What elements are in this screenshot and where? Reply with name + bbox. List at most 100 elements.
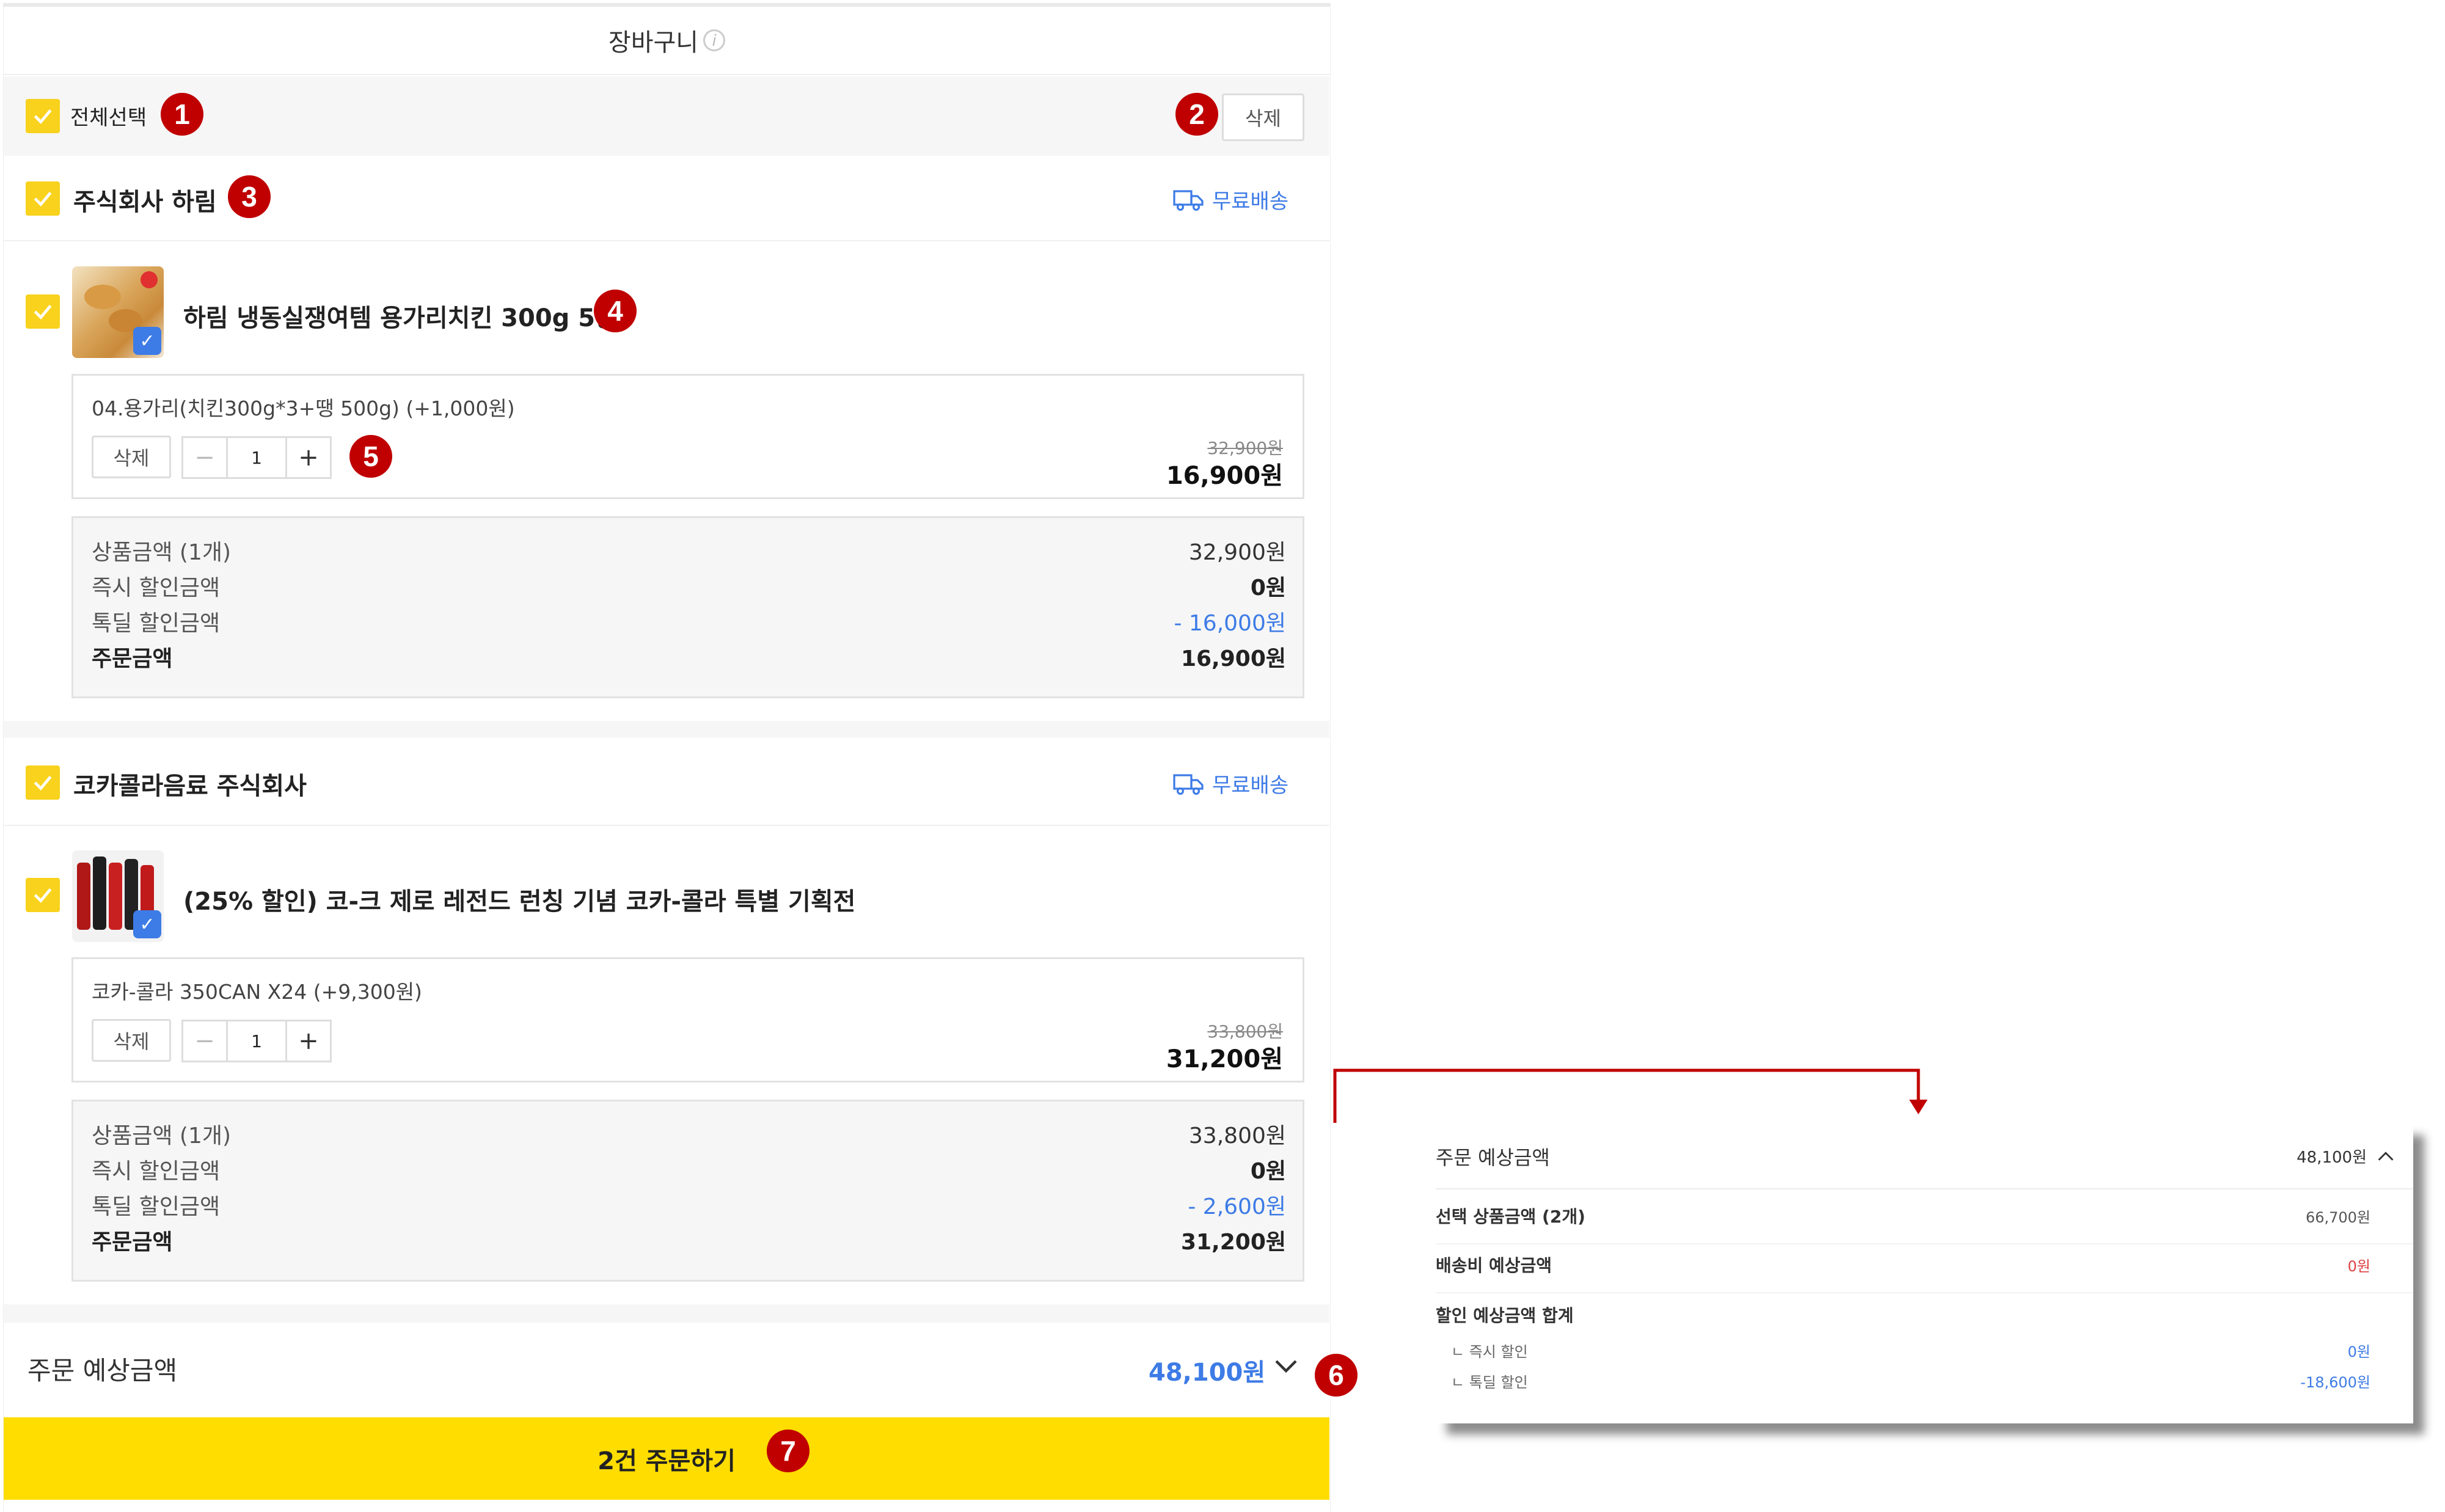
summary-row: 주문금액 31,200원 <box>92 1222 1286 1258</box>
chevron-down-icon[interactable] <box>1274 1357 1298 1377</box>
page-header: 장바구니 i <box>3 3 1331 75</box>
summary-row: 즉시 할인금액 0원 <box>92 568 1286 604</box>
popup-row-label: 할인 예상금액 합계 <box>1436 1306 1574 1326</box>
order-estimate-value[interactable]: 48,100원 <box>1149 1353 1265 1388</box>
select-all-label: 전체선택 <box>70 106 147 130</box>
chevron-up-icon[interactable] <box>2377 1150 2395 1163</box>
popup-row-value: 0원 <box>2347 1343 2370 1360</box>
annotation-5: 5 <box>349 435 392 478</box>
summary-label: 상품금액 (1개) <box>92 540 232 565</box>
quantity-input[interactable]: 1 <box>228 436 285 479</box>
summary-value: 16,900원 <box>1180 646 1286 671</box>
option-text: 코카-콜라 350CAN X24 (+9,300원) <box>92 980 422 1004</box>
sale-price: 31,200원 <box>1166 1045 1283 1073</box>
summary-value: 0원 <box>1250 575 1286 601</box>
free-shipping-link[interactable]: 무료배송 <box>1173 769 1288 798</box>
estimate-detail-popup: 주문 예상금액 48,100원 선택 상품금액 (2개) 66,700원 배송비… <box>1436 1124 2413 1423</box>
summary-label: 상품금액 (1개) <box>92 1123 232 1149</box>
cart-panel <box>3 3 1331 1512</box>
popup-row: 할인 예상금액 합계 <box>1436 1299 2370 1330</box>
talkdeal-icon: ✓ <box>133 910 161 938</box>
popup-row-label: 선택 상품금액 (2개) <box>1436 1207 1585 1227</box>
free-shipping-label: 무료배송 <box>1212 773 1289 798</box>
delete-selected-button[interactable]: 삭제 <box>1222 93 1304 141</box>
annotation-7: 7 <box>767 1430 810 1472</box>
quantity-stepper: − 1 + <box>181 436 332 479</box>
free-shipping-link[interactable]: 무료배송 <box>1173 184 1288 214</box>
annotation-4: 4 <box>594 290 637 332</box>
sale-price: 16,900원 <box>1166 462 1283 490</box>
summary-label: 주문금액 <box>92 1230 173 1255</box>
summary-value: - 2,600원 <box>1188 1194 1286 1219</box>
item-delete-button[interactable]: 삭제 <box>92 436 171 478</box>
checkmark-icon <box>34 888 52 904</box>
plus-button[interactable]: + <box>285 436 332 479</box>
seller-name: 코카콜라음료 주식회사 <box>73 772 307 800</box>
summary-label: 주문금액 <box>92 646 173 671</box>
annotation-3: 3 <box>228 175 271 218</box>
popup-row: 배송비 예상금액 0원 <box>1436 1249 2370 1280</box>
select-all-checkbox[interactable] <box>26 99 60 133</box>
checkmark-icon <box>34 191 52 207</box>
quantity-input[interactable]: 1 <box>228 1020 285 1062</box>
summary-row: 상품금액 (1개) 33,800원 <box>92 1116 1286 1152</box>
product-name[interactable]: (25% 할인) 코-크 제로 레전드 런칭 기념 코카-콜라 특별 기획전 <box>183 882 855 917</box>
checkmark-icon <box>34 775 52 791</box>
summary-label: 톡딜 할인금액 <box>92 611 221 636</box>
seller-checkbox[interactable] <box>26 765 60 800</box>
divider <box>4 825 1329 826</box>
popup-row-label: ㄴ 즉시 할인 <box>1451 1343 1528 1360</box>
product-name[interactable]: 하림 냉동실쟁여템 용가리치킨 300g 5봉 <box>183 298 618 334</box>
popup-row-label: ㄴ 톡딜 할인 <box>1451 1373 1528 1391</box>
annotation-2: 2 <box>1175 93 1218 136</box>
seller-name: 주식회사 하림 <box>73 188 217 216</box>
divider <box>1436 1188 2413 1189</box>
talkdeal-icon: ✓ <box>133 327 161 355</box>
product-checkbox[interactable] <box>26 294 60 329</box>
quantity-stepper: − 1 + <box>181 1020 332 1062</box>
popup-title: 주문 예상금액 <box>1436 1145 1550 1169</box>
annotation-6: 6 <box>1315 1354 1358 1397</box>
order-estimate-label: 주문 예상금액 <box>27 1356 178 1386</box>
summary-value: 33,800원 <box>1188 1123 1286 1149</box>
popup-row-value: 0원 <box>2347 1257 2370 1275</box>
popup-total-group[interactable]: 48,100원 <box>2297 1145 2395 1167</box>
connector-arrow <box>1333 1068 1928 1123</box>
info-icon[interactable]: i <box>703 29 726 51</box>
section-gap <box>4 721 1329 738</box>
order-button-label: 2건 주문하기 <box>598 1447 736 1475</box>
price-summary-rows: 상품금액 (1개) 32,900원 즉시 할인금액 0원 톡딜 할인금액 - 16,0… <box>92 533 1286 674</box>
checkmark-icon <box>34 304 52 320</box>
truck-icon <box>1173 189 1204 211</box>
price-summary-rows: 상품금액 (1개) 33,800원 즉시 할인금액 0원 톡딜 할인금액 - 2,60… <box>92 1116 1286 1258</box>
minus-button[interactable]: − <box>181 436 228 479</box>
summary-row: 주문금액 16,900원 <box>92 639 1286 674</box>
summary-row: 톡딜 할인금액 - 2,600원 <box>92 1187 1286 1222</box>
popup-row: ㄴ 톡딜 할인 -18,600원 <box>1451 1367 2370 1394</box>
popup-row: 선택 상품금액 (2개) 66,700원 <box>1436 1200 2370 1231</box>
divider <box>1436 1292 2413 1293</box>
option-text: 04.용가리(치킨300g*3+땡 500g) (+1,000원) <box>92 396 515 420</box>
divider <box>4 240 1329 241</box>
popup-row-value: -18,600원 <box>2300 1373 2370 1391</box>
summary-value: 0원 <box>1250 1159 1286 1184</box>
summary-row: 상품금액 (1개) 32,900원 <box>92 533 1286 568</box>
summary-value: 31,200원 <box>1180 1230 1286 1255</box>
summary-value: 32,900원 <box>1188 540 1286 565</box>
popup-header: 주문 예상금액 48,100원 <box>1436 1124 2413 1188</box>
item-delete-button[interactable]: 삭제 <box>92 1019 171 1062</box>
summary-label: 톡딜 할인금액 <box>92 1194 221 1219</box>
summary-value: - 16,000원 <box>1174 611 1286 636</box>
popup-row-value: 66,700원 <box>2305 1208 2370 1226</box>
minus-button[interactable]: − <box>181 1020 228 1062</box>
seller-checkbox[interactable] <box>26 181 60 216</box>
order-button[interactable]: 2건 주문하기 <box>4 1417 1329 1500</box>
page-title: 장바구니 <box>608 29 699 57</box>
popup-total: 48,100원 <box>2297 1149 2367 1167</box>
plus-button[interactable]: + <box>285 1020 332 1062</box>
summary-row: 톡딜 할인금액 - 16,000원 <box>92 604 1286 639</box>
truck-icon <box>1173 773 1204 795</box>
popup-row-label: 배송비 예상금액 <box>1436 1255 1552 1276</box>
product-checkbox[interactable] <box>26 878 60 912</box>
annotation-1: 1 <box>161 93 203 136</box>
